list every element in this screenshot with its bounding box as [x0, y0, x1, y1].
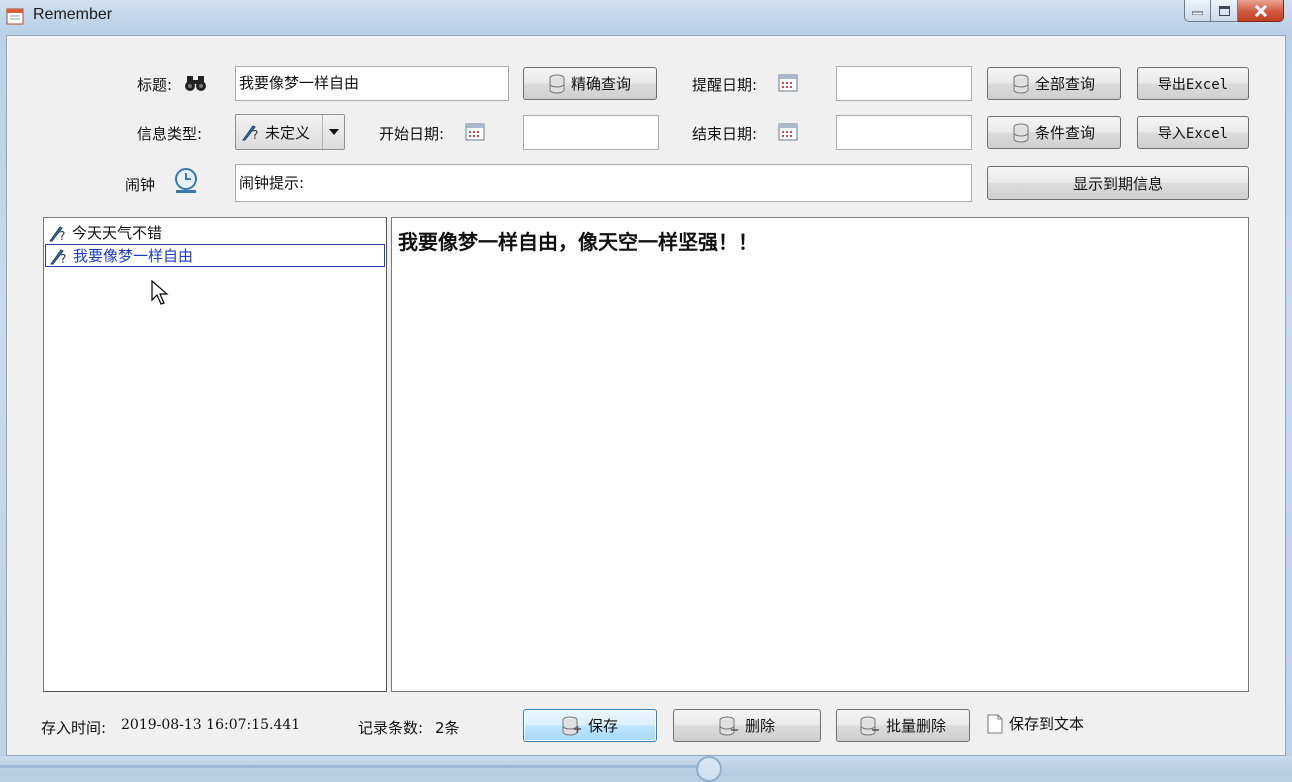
- show-expired-label: 显示到期信息: [1072, 174, 1163, 193]
- chevron-down-icon: [328, 129, 339, 135]
- condition-query-button[interactable]: 条件查询: [987, 116, 1121, 149]
- record-count-value: 2条: [435, 719, 460, 737]
- info-type-value: 未定义: [265, 123, 311, 142]
- all-query-label: 全部查询: [1034, 75, 1095, 93]
- end-date-input[interactable]: [836, 115, 972, 150]
- remind-date-calendar-icon[interactable]: [778, 74, 798, 92]
- saved-time-value: 2019-08-13 16:07:15.441: [121, 717, 301, 733]
- database-icon: [1013, 123, 1029, 142]
- save-button[interactable]: 保存: [523, 709, 657, 742]
- start-date-label: 开始日期:: [379, 125, 445, 143]
- pen-question-icon: ?: [50, 248, 66, 265]
- saved-time-label: 存入时间:: [41, 719, 107, 737]
- batch-delete-button[interactable]: 批量删除: [836, 709, 970, 742]
- database-delete-icon: [860, 716, 879, 735]
- export-excel-label: 导出Excel: [1157, 76, 1229, 93]
- end-date-calendar-icon[interactable]: [778, 123, 798, 141]
- close-icon: [1254, 4, 1267, 17]
- alarm-label: 闹钟: [125, 176, 156, 194]
- pen-question-icon: ?: [49, 225, 65, 242]
- exact-query-button[interactable]: 精确查询: [523, 67, 657, 100]
- slider-thumb[interactable]: [696, 756, 722, 782]
- save-to-text-label: 保存到文本: [1009, 715, 1085, 733]
- alarm-hint-input[interactable]: 闹钟提示:: [235, 164, 972, 202]
- export-excel-button[interactable]: 导出Excel: [1137, 67, 1249, 100]
- title-label: 标题:: [137, 76, 173, 94]
- content-text: 我要像梦一样自由，像天空一样坚强！！: [398, 230, 758, 254]
- database-save-icon: [562, 716, 581, 735]
- delete-button[interactable]: 删除: [673, 709, 821, 742]
- list-item[interactable]: ? 今天天气不错: [45, 221, 385, 244]
- batch-delete-label: 批量删除: [885, 717, 946, 735]
- all-query-button[interactable]: 全部查询: [987, 67, 1121, 100]
- title-bar: Remember: [0, 0, 1292, 34]
- info-type-label: 信息类型:: [137, 125, 203, 143]
- import-excel-label: 导入Excel: [1157, 125, 1229, 142]
- save-label: 保存: [587, 717, 618, 735]
- end-date-label: 结束日期:: [692, 125, 758, 143]
- database-icon: [1013, 74, 1029, 93]
- app-calendar-icon: [6, 8, 24, 25]
- remind-date-input[interactable]: [836, 66, 972, 101]
- mouse-cursor-icon: [151, 280, 169, 305]
- bottom-strip: [0, 756, 1292, 782]
- close-button[interactable]: [1238, 0, 1284, 22]
- info-type-select[interactable]: ? 未定义: [235, 114, 345, 150]
- start-date-calendar-icon[interactable]: [465, 123, 485, 141]
- pen-question-icon: ?: [242, 125, 258, 141]
- delete-label: 删除: [744, 717, 775, 735]
- list-item-label: 我要像梦一样自由: [73, 247, 194, 265]
- show-expired-button[interactable]: 显示到期信息: [987, 166, 1249, 200]
- binoculars-icon: [185, 76, 206, 91]
- import-excel-button[interactable]: 导入Excel: [1137, 116, 1249, 149]
- database-icon: [549, 74, 565, 93]
- main-window: 标题: 我要像梦一样自由 精确查询 提醒日期: 全部查询 导出Excel 信息类…: [6, 35, 1286, 756]
- condition-query-label: 条件查询: [1034, 124, 1095, 142]
- save-to-text-button[interactable]: 保存到文本: [987, 713, 1084, 734]
- exact-query-label: 精确查询: [570, 75, 631, 93]
- database-delete-icon: [719, 716, 738, 735]
- window-title: Remember: [33, 6, 113, 23]
- remind-date-label: 提醒日期:: [692, 76, 758, 94]
- minimize-button[interactable]: [1184, 0, 1211, 22]
- svg-text:?: ?: [60, 252, 66, 265]
- svg-text:?: ?: [59, 229, 65, 242]
- document-icon: [987, 714, 1003, 733]
- maximize-icon: [1218, 5, 1230, 16]
- record-list[interactable]: ? 今天天气不错 ? 我要像梦一样自由: [43, 217, 387, 692]
- title-input[interactable]: 我要像梦一样自由: [235, 66, 509, 101]
- dropdown-button[interactable]: [322, 115, 344, 149]
- minimize-icon: [1192, 11, 1203, 15]
- list-item-label: 今天天气不错: [72, 224, 163, 242]
- start-date-input[interactable]: [523, 115, 659, 150]
- svg-text:?: ?: [252, 128, 258, 141]
- slider-track[interactable]: [0, 765, 700, 768]
- clock-icon[interactable]: [173, 167, 199, 195]
- maximize-button[interactable]: [1211, 0, 1238, 22]
- list-item-selected[interactable]: ? 我要像梦一样自由: [45, 244, 385, 267]
- record-count-label: 记录条数:: [358, 719, 424, 737]
- content-editor[interactable]: 我要像梦一样自由，像天空一样坚强！！: [391, 217, 1249, 692]
